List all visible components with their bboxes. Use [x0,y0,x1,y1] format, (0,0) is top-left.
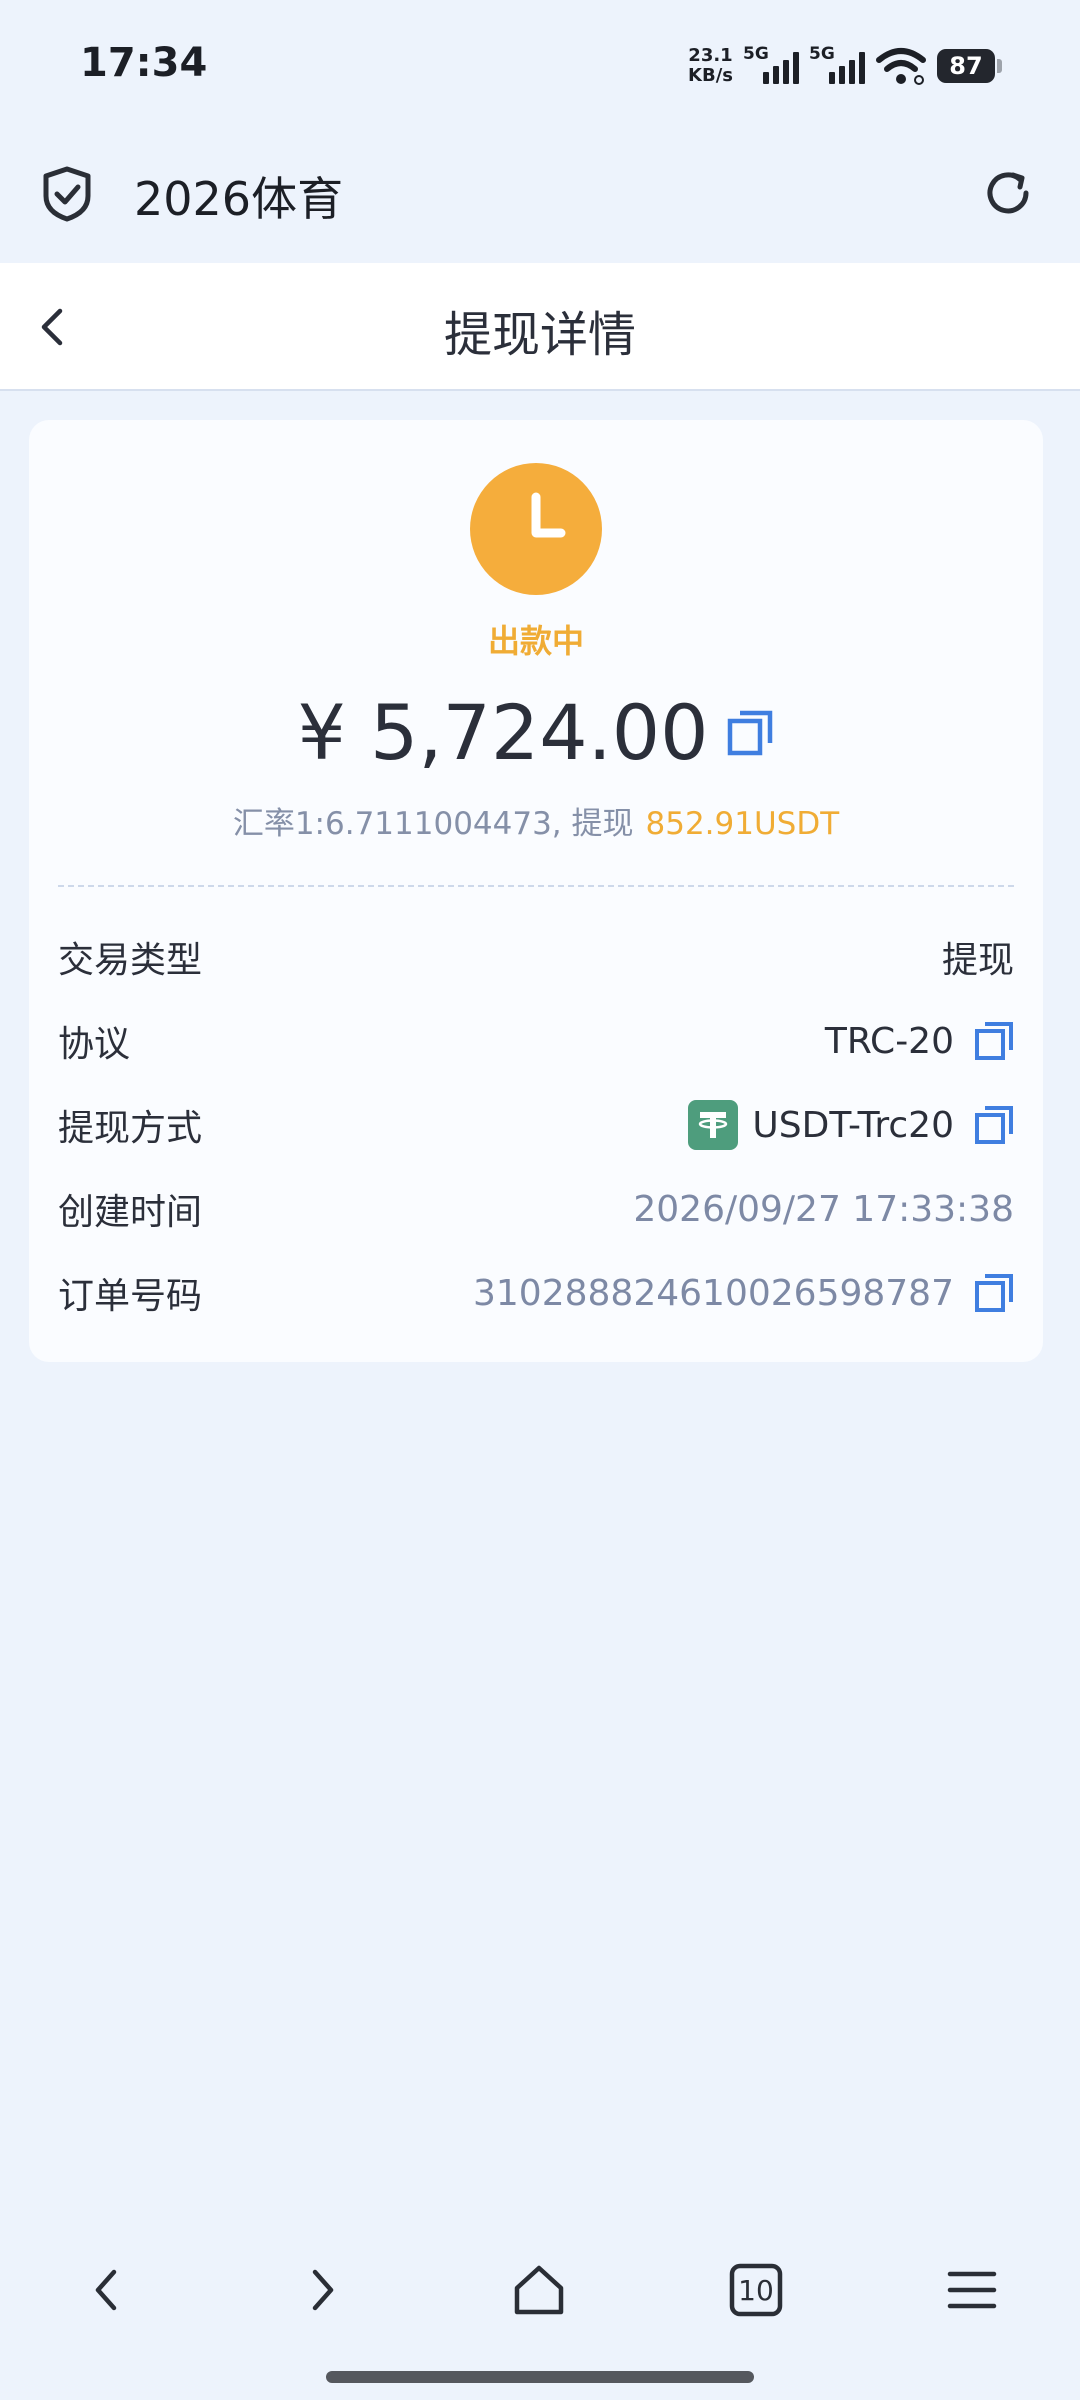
row-value: 提现 [941,940,1014,981]
copy-icon[interactable] [974,1105,1014,1145]
page-title: 提现详情 [443,307,636,363]
network-speed-value: 23.1 [688,45,733,66]
browser-bottom-nav: 10 [0,2240,1080,2340]
row-label: 协议 [58,1024,131,1065]
row-label: 订单号码 [58,1276,203,1317]
copy-icon[interactable] [974,1021,1014,1061]
clock-icon [470,463,602,595]
chevron-right-icon[interactable] [287,2254,359,2326]
row-value: USDT-Trc20 [752,1104,954,1146]
withdrawal-amount: ¥ 5,724.00 [297,688,709,777]
detail-row-protocol: 协议 TRC-20 [58,1011,1014,1071]
status-indicators: 23.1 KB/s 5G 5G 87 [688,42,1002,90]
status-bar: 17:34 23.1 KB/s 5G 5G 87 [0,0,1080,135]
chevron-left-icon[interactable] [70,2254,142,2326]
reload-icon[interactable] [980,165,1036,221]
page-header: 提现详情 [0,263,1080,391]
site-title[interactable]: 2026体育 [134,163,343,229]
battery-level: 87 [937,49,995,83]
detail-row-transaction-type: 交易类型 提现 [58,927,1014,987]
detail-row-order-number: 订单号码 310288824610026598787 [58,1263,1014,1323]
tabs-button[interactable]: 10 [720,2254,792,2326]
row-value: 310288824610026598787 [473,1272,954,1314]
page: 17:34 23.1 KB/s 5G 5G 87 2026体育 提现详情 出款中… [0,0,1080,2400]
row-value: 2026/09/27 17:33:38 [633,1188,1014,1230]
usdt-amount: 852.91USDT [645,806,840,842]
battery-icon: 87 [937,49,1002,83]
withdrawal-status: 出款中 [487,622,584,660]
signal-sim2-icon: 5G [809,44,865,88]
tether-icon [688,1100,739,1150]
network-speed: 23.1 KB/s [688,46,733,86]
divider [58,885,1014,887]
network-speed-unit: KB/s [688,65,733,86]
detail-row-created-time: 创建时间 2026/09/27 17:33:38 [58,1179,1014,1239]
wifi-icon [876,48,926,85]
detail-row-withdrawal-method: 提现方式 USDT-Trc20 [58,1095,1014,1155]
amount-row: ¥ 5,724.00 [29,688,1043,777]
copy-icon[interactable] [974,1273,1014,1313]
exchange-rate: 汇率1:6.7111004473, 提现 852.91USDT [29,798,1043,843]
tabs-count: 10 [738,2273,774,2307]
copy-icon[interactable] [726,709,774,757]
home-indicator[interactable] [326,2371,754,2383]
exchange-rate-text: 汇率1:6.7111004473, 提现 [232,806,634,842]
home-icon[interactable] [503,2254,575,2326]
row-label: 提现方式 [58,1108,203,1149]
browser-bar: 2026体育 [0,135,1080,263]
row-value: TRC-20 [824,1020,954,1062]
row-label: 创建时间 [58,1192,203,1233]
shield-check-icon[interactable] [40,165,94,223]
row-label: 交易类型 [58,940,203,981]
withdrawal-detail-card: 出款中 ¥ 5,724.00 汇率1:6.7111004473, 提现 852.9… [29,420,1043,1362]
status-time: 17:34 [80,40,208,86]
signal-sim1-icon: 5G [743,44,799,88]
menu-icon[interactable] [936,2254,1008,2326]
